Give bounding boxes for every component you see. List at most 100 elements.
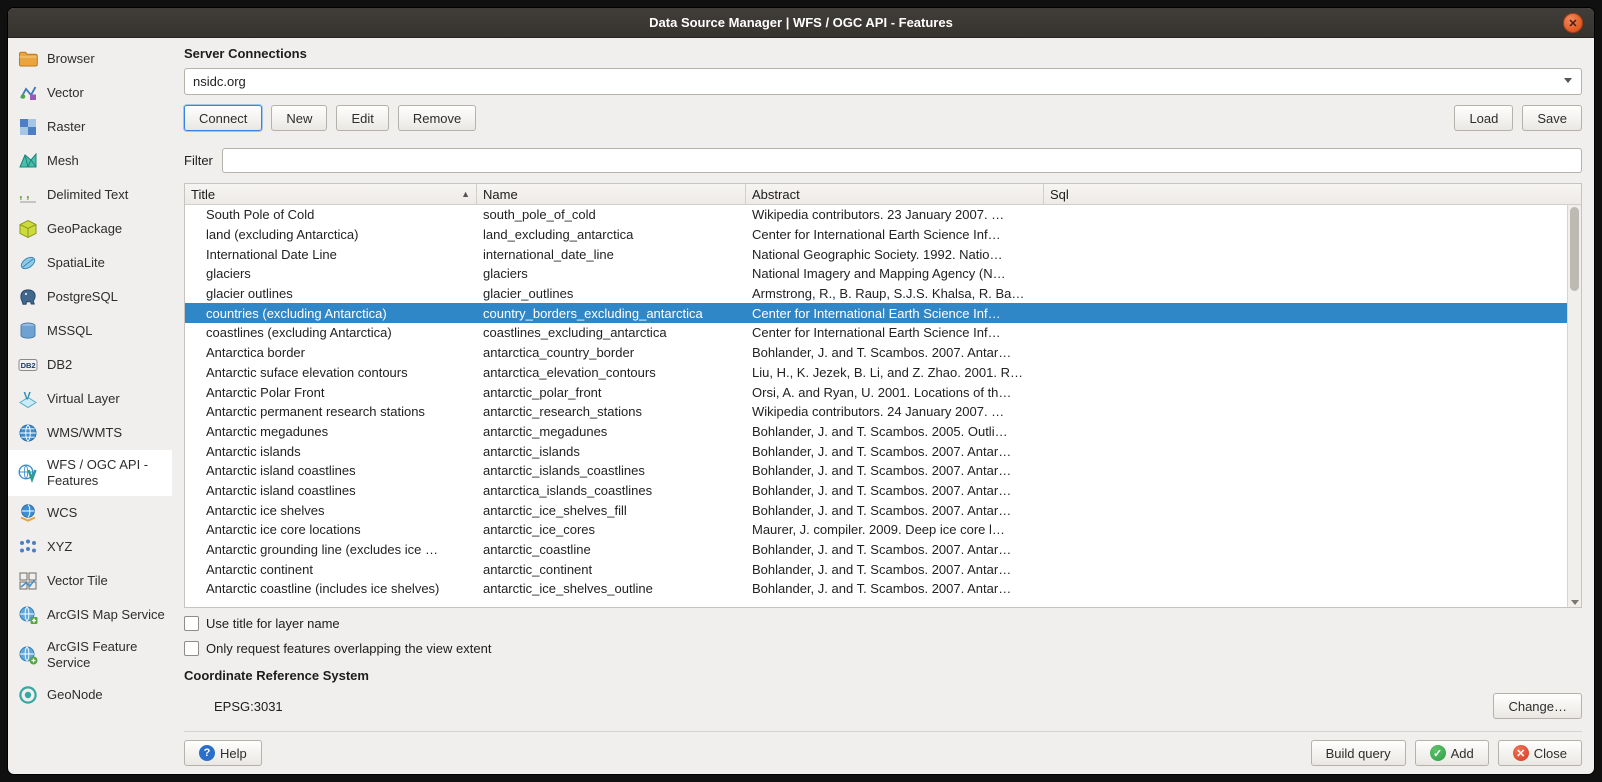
options-group: Use title for layer name Only request fea… <box>184 616 1582 666</box>
cell-title: glaciers <box>185 266 477 281</box>
sidebar-item-virtual-layer[interactable]: V Virtual Layer <box>8 382 172 416</box>
sidebar-item-label: Vector <box>47 85 84 101</box>
column-header-abstract[interactable]: Abstract <box>746 184 1044 204</box>
table-row[interactable]: glacier outlinesglacier_outlinesArmstron… <box>185 284 1567 304</box>
column-header-name[interactable]: Name <box>477 184 746 204</box>
virtual-layer-icon: V <box>18 389 38 409</box>
sidebar-item-delimited-text[interactable]: ,,Delimited Text <box>8 178 172 212</box>
scrollbar-thumb[interactable] <box>1570 207 1579 291</box>
connection-select[interactable]: nsidc.org <box>184 68 1582 95</box>
sidebar-item-label: ArcGIS Map Service <box>47 607 165 623</box>
cell-abstract: Bohlander, J. and T. Scambos. 2005. Outl… <box>746 424 1044 439</box>
close-button[interactable]: ✕ Close <box>1498 740 1582 766</box>
layers-table[interactable]: Title ▲ Name Abstract Sql South Pole of … <box>184 183 1582 608</box>
cell-abstract: Bohlander, J. and T. Scambos. 2007. Anta… <box>746 444 1044 459</box>
table-row[interactable]: coastlines (excluding Antarctica)coastli… <box>185 323 1567 343</box>
help-button[interactable]: ? Help <box>184 740 262 766</box>
cell-title: Antarctic islands <box>185 444 477 459</box>
table-row[interactable]: Antarctic continentantarctic_continentBo… <box>185 559 1567 579</box>
sidebar-item-wcs[interactable]: WCS <box>8 496 172 530</box>
window-title: Data Source Manager | WFS / OGC API - Fe… <box>649 15 953 30</box>
cell-name: antarctica_islands_coastlines <box>477 483 746 498</box>
table-row[interactable]: countries (excluding Antarctica)country_… <box>185 303 1567 323</box>
cell-name: antarctic_coastline <box>477 542 746 557</box>
connect-button[interactable]: Connect <box>184 105 262 131</box>
geopackage-icon <box>18 219 38 239</box>
table-row[interactable]: International Date Lineinternational_dat… <box>185 244 1567 264</box>
vector-tile-icon <box>18 571 38 591</box>
cell-name: glacier_outlines <box>477 286 746 301</box>
table-row[interactable]: South Pole of Coldsouth_pole_of_coldWiki… <box>185 205 1567 225</box>
edit-button[interactable]: Edit <box>336 105 388 131</box>
db2-icon: DB2 <box>18 355 38 375</box>
option-0[interactable]: Use title for layer name <box>184 616 1582 631</box>
sidebar-item-label: GeoNode <box>47 687 103 703</box>
crs-change-button[interactable]: Change… <box>1493 693 1582 719</box>
table-row[interactable]: Antarctic ice core locationsantarctic_ic… <box>185 520 1567 540</box>
column-header-sql[interactable]: Sql <box>1044 184 1567 204</box>
sidebar-item-mesh[interactable]: Mesh <box>8 144 172 178</box>
table-row[interactable]: Antarctic island coastlinesantarctica_is… <box>185 481 1567 501</box>
wcs-icon <box>18 503 38 523</box>
table-row[interactable]: land (excluding Antarctica)land_excludin… <box>185 225 1567 245</box>
table-row[interactable]: Antarctic Polar Frontantarctic_polar_fro… <box>185 382 1567 402</box>
help-icon: ? <box>199 745 215 761</box>
cell-title: land (excluding Antarctica) <box>185 227 477 242</box>
sidebar-item-wfs-ogc-api-features[interactable]: WFS / OGC API - Features <box>8 450 172 496</box>
sidebar-item-db2[interactable]: DB2DB2 <box>8 348 172 382</box>
option-1[interactable]: Only request features overlapping the vi… <box>184 641 1582 656</box>
scrollbar-down-icon[interactable] <box>1571 600 1579 605</box>
table-scrollbar[interactable] <box>1567 205 1581 607</box>
filter-input[interactable] <box>222 148 1582 173</box>
cell-title: Antarctic coastline (includes ice shelve… <box>185 581 477 596</box>
table-row[interactable]: glaciersglaciersNational Imagery and Map… <box>185 264 1567 284</box>
table-row[interactable]: Antarctic megadunesantarctic_megadunesBo… <box>185 422 1567 442</box>
cell-name: antarctic_ice_shelves_fill <box>477 503 746 518</box>
build-query-button[interactable]: Build query <box>1311 740 1406 766</box>
table-row[interactable]: Antarctic suface elevation contoursantar… <box>185 363 1567 383</box>
table-row[interactable]: Antarctic islandsantarctic_islandsBohlan… <box>185 441 1567 461</box>
sidebar-item-arcgis-feature-service[interactable]: ArcGIS Feature Service <box>8 632 172 678</box>
sidebar-item-mssql[interactable]: MSSQL <box>8 314 172 348</box>
table-row[interactable]: Antarctic permanent research stationsant… <box>185 402 1567 422</box>
toolbar-spacer <box>485 105 1445 131</box>
checkbox-icon[interactable] <box>184 641 199 656</box>
window-close-icon[interactable]: ✕ <box>1563 13 1583 33</box>
sidebar-item-vector[interactable]: Vector <box>8 76 172 110</box>
cell-name: coastlines_excluding_antarctica <box>477 325 746 340</box>
cell-title: International Date Line <box>185 247 477 262</box>
column-header-title[interactable]: Title ▲ <box>185 184 477 204</box>
remove-button[interactable]: Remove <box>398 105 476 131</box>
cell-title: Antarctic island coastlines <box>185 483 477 498</box>
sidebar-item-arcgis-map-service[interactable]: ArcGIS Map Service <box>8 598 172 632</box>
sidebar-item-vector-tile[interactable]: Vector Tile <box>8 564 172 598</box>
sidebar-item-label: WCS <box>47 505 77 521</box>
table-row[interactable]: Antarctic grounding line (excludes ice …… <box>185 540 1567 560</box>
save-button[interactable]: Save <box>1522 105 1582 131</box>
sidebar-item-label: Virtual Layer <box>47 391 120 407</box>
close-icon: ✕ <box>1513 745 1529 761</box>
new-button[interactable]: New <box>271 105 327 131</box>
table-row[interactable]: Antarctic island coastlinesantarctic_isl… <box>185 461 1567 481</box>
sidebar-item-geonode[interactable]: GeoNode <box>8 678 172 712</box>
sidebar-item-geopackage[interactable]: GeoPackage <box>8 212 172 246</box>
sidebar-item-raster[interactable]: Raster <box>8 110 172 144</box>
arcgis-map-icon <box>18 605 38 625</box>
cell-name: antarctic_megadunes <box>477 424 746 439</box>
sidebar-item-wms-wmts[interactable]: WMS/WMTS <box>8 416 172 450</box>
add-button[interactable]: ✓ Add <box>1415 740 1489 766</box>
titlebar[interactable]: Data Source Manager | WFS / OGC API - Fe… <box>8 8 1594 38</box>
cell-title: coastlines (excluding Antarctica) <box>185 325 477 340</box>
sidebar-item-browser[interactable]: Browser <box>8 42 172 76</box>
table-row[interactable]: Antarctic ice shelvesantarctic_ice_shelv… <box>185 500 1567 520</box>
sidebar-item-xyz[interactable]: XYZ <box>8 530 172 564</box>
table-row[interactable]: Antarctica borderantarctica_country_bord… <box>185 343 1567 363</box>
cell-title: Antarctic ice core locations <box>185 522 477 537</box>
load-button[interactable]: Load <box>1454 105 1513 131</box>
cell-name: country_borders_excluding_antarctica <box>477 306 746 321</box>
checkbox-icon[interactable] <box>184 616 199 631</box>
option-label: Only request features overlapping the vi… <box>206 641 491 656</box>
sidebar-item-postgresql[interactable]: PostgreSQL <box>8 280 172 314</box>
sidebar-item-spatialite[interactable]: SpatiaLite <box>8 246 172 280</box>
table-row[interactable]: Antarctic coastline (includes ice shelve… <box>185 579 1567 599</box>
